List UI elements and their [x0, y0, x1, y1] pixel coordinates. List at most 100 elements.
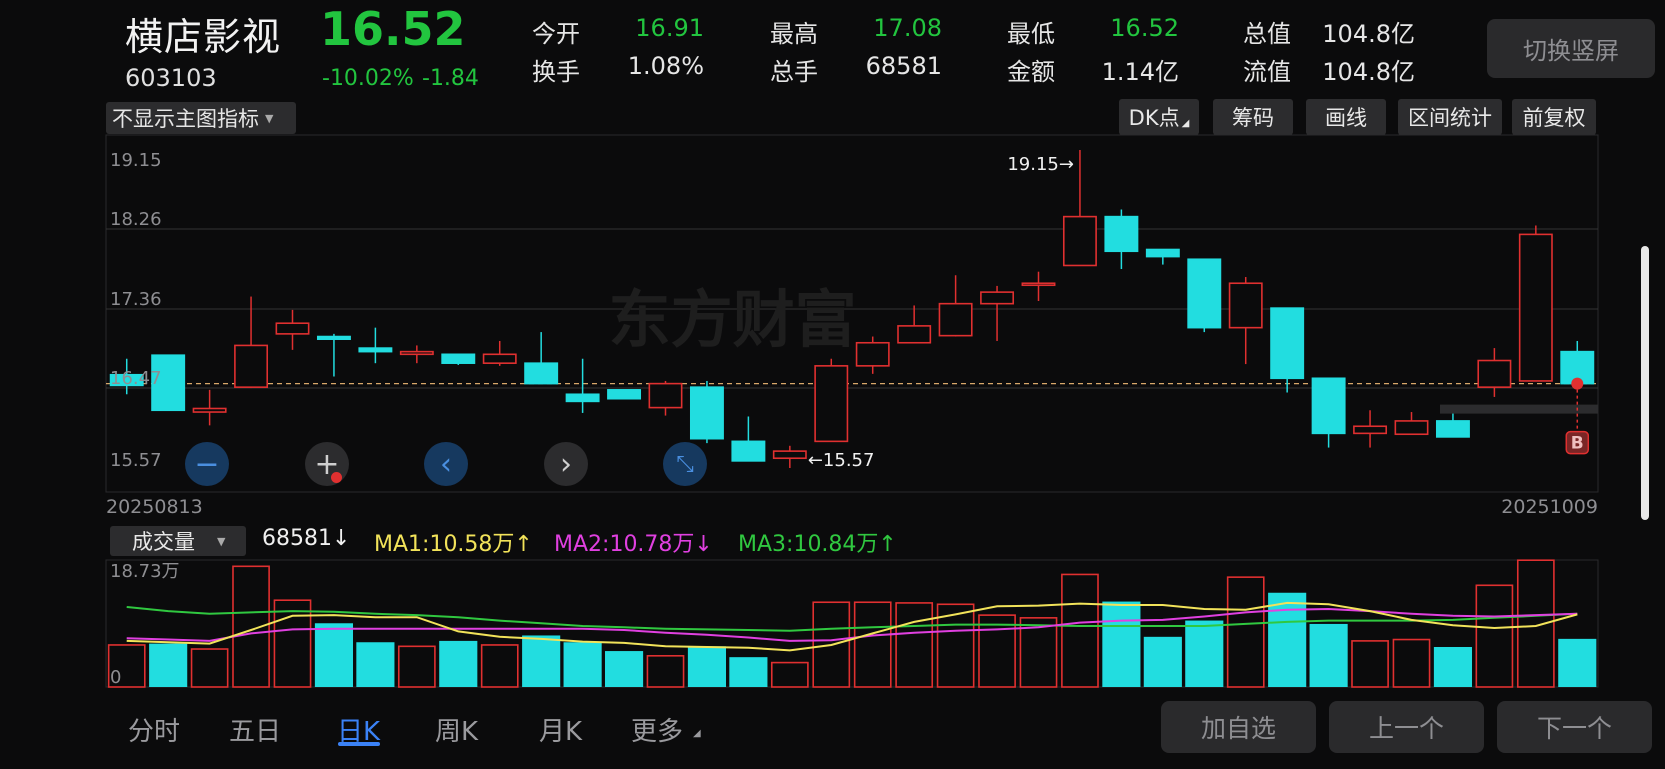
scroll-right-icon[interactable]: › [544, 442, 588, 486]
volume-bar [480, 644, 519, 688]
volume-bar [314, 623, 354, 687]
tab-period[interactable]: 月K [539, 711, 582, 748]
volume-min-label: 0 [110, 667, 121, 688]
tab-period[interactable]: 五日 [229, 711, 281, 748]
switch-portrait-button[interactable]: 切换竖屏 [1487, 19, 1655, 78]
y-tick-label: 17.36 [110, 289, 162, 310]
candle-body [772, 450, 807, 460]
volume-bar [397, 645, 436, 688]
previous-stock-button[interactable]: 上一个 [1329, 701, 1484, 753]
candle-body [565, 393, 600, 403]
stat-value: 104.8亿 [1322, 58, 1415, 86]
candle-body [192, 407, 227, 413]
tab-period[interactable]: 分时 [128, 711, 180, 748]
tool-button[interactable]: 画线 [1306, 99, 1386, 135]
main-indicator-select[interactable]: 不显示主图指标 ▼ [106, 102, 296, 134]
price-range-bar [1440, 404, 1598, 414]
volume-bar [1226, 576, 1265, 688]
volume-bar [1143, 636, 1182, 687]
volume-bar [604, 651, 644, 687]
add-watchlist-button[interactable]: 加自选 [1161, 701, 1316, 753]
candle-body [1104, 215, 1139, 253]
volume-bar [1185, 620, 1224, 687]
stock-code: 603103 [125, 64, 217, 92]
candle-body [731, 440, 766, 462]
volume-bar [895, 602, 934, 688]
stat-value: 68581 [865, 52, 942, 80]
candle-body [855, 341, 890, 367]
tool-button[interactable]: 区间统计 [1398, 99, 1502, 135]
stat-label: 今开 [532, 20, 580, 48]
candle-body [1187, 258, 1222, 329]
candle-body [1228, 282, 1263, 329]
volume-indicator-label: 成交量 [132, 530, 195, 554]
min-price-marker: ←15.57 [808, 450, 875, 471]
volume-bar [853, 601, 892, 688]
tool-button[interactable]: DK点 ◢ [1119, 99, 1199, 135]
ma3-legend: MA3:10.84万↑ [738, 532, 897, 557]
b-marker-label: B [1571, 434, 1584, 454]
volume-bar [1392, 638, 1431, 688]
tool-button[interactable]: 筹码 [1213, 99, 1293, 135]
start-date-label: 20250813 [106, 496, 203, 518]
volume-bar [1475, 584, 1514, 688]
last-price: 16.52 [320, 2, 466, 56]
volume-bar [770, 661, 809, 688]
vertical-scrollbar[interactable] [1641, 246, 1649, 520]
stat-label: 换手 [532, 58, 580, 86]
zoom-out-icon[interactable]: − [185, 442, 229, 486]
collapse-icon[interactable]: ⤡ [663, 442, 707, 486]
tab-period[interactable]: 更多 [631, 711, 683, 748]
candle-body [648, 382, 683, 409]
notification-dot-icon [331, 472, 342, 483]
ma1-legend: MA1:10.58万↑ [374, 532, 533, 557]
volume-chart[interactable]: 18.73万 0 [105, 559, 1599, 688]
candle-body [1518, 233, 1553, 382]
stat-label: 最高 [770, 20, 818, 48]
candle-body [897, 325, 932, 344]
candle-body [938, 302, 973, 337]
scroll-left-icon[interactable]: ‹ [424, 442, 468, 486]
candle-body [316, 335, 351, 341]
tool-button-label: 前复权 [1522, 106, 1586, 130]
next-stock-button[interactable]: 下一个 [1497, 701, 1652, 753]
stat-value: 16.52 [1110, 14, 1179, 42]
zoom-in-icon[interactable]: + [305, 442, 349, 486]
tab-period[interactable]: 周K [435, 711, 478, 748]
y-tick-label: 18.26 [110, 209, 162, 230]
stat-label: 总值 [1243, 20, 1291, 48]
watermark-text: 东方财富 [609, 283, 857, 356]
candle-body [1145, 248, 1180, 258]
stock-name: 横店影视 [125, 15, 282, 59]
y-tick-label: 15.57 [110, 450, 162, 471]
tool-button[interactable]: 前复权 [1512, 99, 1596, 135]
candle-body [1021, 282, 1056, 287]
stat-value: 1.08% [627, 52, 704, 80]
volume-bar [439, 640, 478, 687]
candle-body [1062, 215, 1097, 267]
stat-value: 104.8亿 [1322, 20, 1415, 48]
volume-bar [729, 657, 768, 687]
volume-max-label: 18.73万 [110, 561, 180, 582]
candle-body [441, 353, 476, 364]
corner-triangle-icon: ◢ [693, 728, 701, 739]
corner-triangle-icon: ◢ [1181, 117, 1190, 129]
candle-body [689, 386, 724, 440]
candle-body [1270, 307, 1305, 380]
volume-indicator-select[interactable]: 成交量 ▼ [110, 526, 246, 556]
candle-body [1435, 420, 1470, 438]
y-tick-label: 16.47 [110, 368, 162, 389]
y-tick-label: 19.15 [110, 150, 162, 171]
candle-body [1353, 425, 1388, 435]
volume-bar [149, 643, 188, 687]
volume-bar [687, 646, 727, 687]
candle-body [1311, 377, 1346, 435]
stat-label: 最低 [1007, 20, 1055, 48]
change-amount: -1.84 [422, 66, 479, 91]
stat-value: 16.91 [635, 14, 704, 42]
stat-label: 流值 [1243, 58, 1291, 86]
candlestick-chart[interactable]: 东方财富 19.15 18.26 17.36 16.47 15.57 20250813 202… [105, 134, 1599, 518]
candle-body [607, 389, 642, 400]
main-indicator-label: 不显示主图指标 [112, 107, 259, 131]
candle-body [399, 350, 434, 356]
